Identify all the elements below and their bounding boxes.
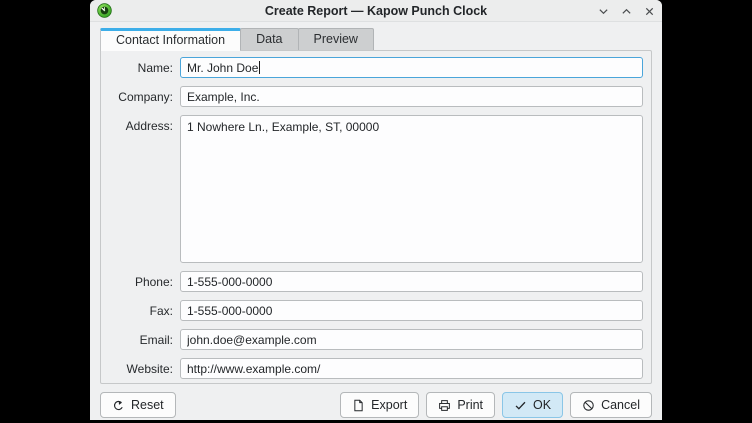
- email-label: Email:: [109, 333, 173, 347]
- form-row-email: Email:: [109, 329, 643, 350]
- form-row-website: Website:: [109, 358, 643, 379]
- form-row-company: Company:: [109, 86, 643, 107]
- cancel-icon: [582, 399, 595, 412]
- tab-contact-information[interactable]: Contact Information: [100, 28, 241, 51]
- address-textarea[interactable]: 1 Nowhere Ln., Example, ST, 00000: [180, 115, 643, 263]
- ok-button[interactable]: OK: [502, 392, 563, 418]
- tab-bar: Contact Information Data Preview: [100, 28, 662, 50]
- reset-label: Reset: [131, 398, 164, 412]
- ok-label: OK: [533, 398, 551, 412]
- print-label: Print: [457, 398, 483, 412]
- fax-label: Fax:: [109, 304, 173, 318]
- export-button[interactable]: Export: [340, 392, 419, 418]
- form-row-address: Address: 1 Nowhere Ln., Example, ST, 000…: [109, 115, 643, 263]
- company-input[interactable]: [180, 86, 643, 107]
- phone-label: Phone:: [109, 275, 173, 289]
- window-title: Create Report — Kapow Punch Clock: [90, 0, 662, 22]
- check-icon: [514, 399, 527, 412]
- company-label: Company:: [109, 90, 173, 104]
- dialog-button-row: Reset Export: [100, 392, 652, 418]
- close-icon[interactable]: [642, 4, 656, 18]
- website-label: Website:: [109, 362, 173, 376]
- text-caret: [259, 61, 260, 74]
- document-icon: [352, 399, 365, 412]
- form-row-fax: Fax:: [109, 300, 643, 321]
- fax-input[interactable]: [180, 300, 643, 321]
- create-report-dialog: Create Report — Kapow Punch Clock Contac…: [90, 0, 662, 420]
- maximize-icon[interactable]: [619, 4, 633, 18]
- undo-icon: [112, 399, 125, 412]
- name-input[interactable]: Mr. John Doe: [180, 57, 643, 78]
- form-row-name: Name: Mr. John Doe: [109, 57, 643, 78]
- name-value: Mr. John Doe: [187, 61, 258, 75]
- phone-input[interactable]: [180, 271, 643, 292]
- reset-button[interactable]: Reset: [100, 392, 176, 418]
- contact-information-pane: Name: Mr. John Doe Company: Address: 1 N…: [100, 50, 652, 384]
- export-label: Export: [371, 398, 407, 412]
- cancel-label: Cancel: [601, 398, 640, 412]
- minimize-icon[interactable]: [596, 4, 610, 18]
- cancel-button[interactable]: Cancel: [570, 392, 652, 418]
- email-input[interactable]: [180, 329, 643, 350]
- form-row-phone: Phone:: [109, 271, 643, 292]
- printer-icon: [438, 399, 451, 412]
- screen: Create Report — Kapow Punch Clock Contac…: [0, 0, 752, 423]
- address-label: Address:: [109, 115, 173, 133]
- name-label: Name:: [109, 61, 173, 75]
- titlebar[interactable]: Create Report — Kapow Punch Clock: [90, 0, 662, 22]
- tab-data[interactable]: Data: [240, 28, 298, 50]
- print-button[interactable]: Print: [426, 392, 495, 418]
- website-input[interactable]: [180, 358, 643, 379]
- window-controls: [596, 0, 656, 22]
- tab-preview[interactable]: Preview: [298, 28, 374, 50]
